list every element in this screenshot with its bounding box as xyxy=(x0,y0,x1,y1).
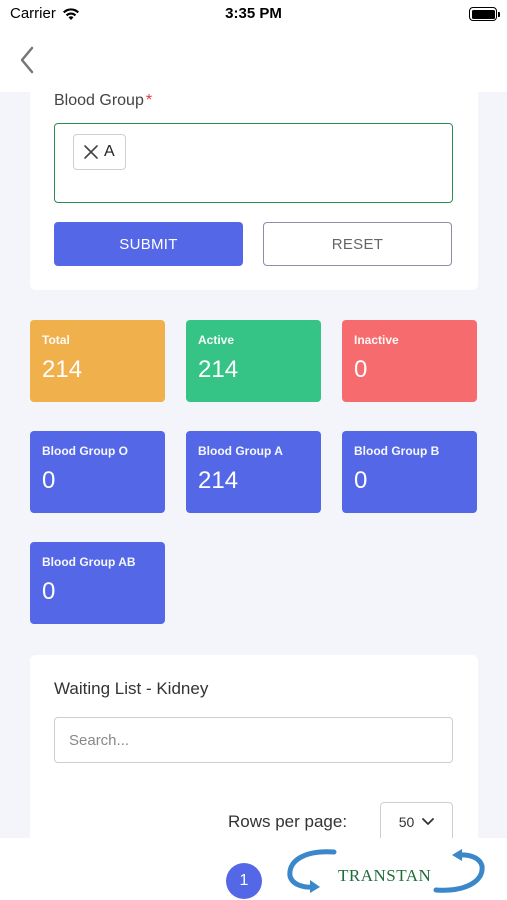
stat-label: Blood Group O xyxy=(42,444,128,458)
stat-card-blood-group-o: Blood Group O 0 xyxy=(30,431,165,513)
stat-value: 214 xyxy=(198,356,239,383)
required-mark: * xyxy=(145,92,153,109)
status-time: 3:35 PM xyxy=(225,5,282,22)
back-button[interactable] xyxy=(16,44,40,76)
stat-label: Blood Group A xyxy=(198,444,283,458)
logo-text: TRANSTAN xyxy=(338,866,432,885)
stat-label: Blood Group AB xyxy=(42,555,136,569)
search-input[interactable] xyxy=(54,717,453,763)
chevron-left-icon xyxy=(20,46,34,74)
blood-group-select[interactable]: A xyxy=(54,123,453,203)
blood-group-label: Blood Group * xyxy=(54,92,153,109)
stat-card-total: Total 214 xyxy=(30,320,165,402)
transtan-logo: TRANSTAN xyxy=(286,846,486,896)
stat-value: 214 xyxy=(42,356,83,383)
rows-per-page-label: Rows per page: xyxy=(228,812,348,831)
stat-value: 0 xyxy=(42,578,56,605)
stat-label: Active xyxy=(198,333,235,347)
stat-card-blood-group-ab: Blood Group AB 0 xyxy=(30,542,165,624)
stat-card-blood-group-a: Blood Group A 214 xyxy=(186,431,321,513)
bottom-bar: 1 TRANSTAN xyxy=(0,838,507,900)
stat-label: Blood Group B xyxy=(354,444,440,458)
stat-value: 0 xyxy=(42,467,56,494)
close-icon[interactable] xyxy=(82,143,100,161)
blood-group-form-card: Blood Group * A SUBMIT RESET xyxy=(30,92,478,290)
waiting-list-title: Waiting List - Kidney xyxy=(54,679,209,698)
rows-per-page-select[interactable]: 50 xyxy=(380,802,453,842)
chevron-down-icon xyxy=(422,818,435,825)
stat-card-inactive: Inactive 0 xyxy=(342,320,477,402)
battery-icon xyxy=(469,7,500,21)
chip-label: A xyxy=(104,143,115,160)
stat-card-active: Active 214 xyxy=(186,320,321,402)
page-button-current[interactable]: 1 xyxy=(226,863,262,899)
status-bar: Carrier 3:35 PM xyxy=(0,0,507,30)
submit-button[interactable]: SUBMIT xyxy=(54,222,243,266)
selected-chip[interactable]: A xyxy=(73,134,126,170)
nav-bar xyxy=(0,30,507,92)
stat-label: Total xyxy=(42,333,70,347)
stat-value: 214 xyxy=(198,467,239,494)
reset-button[interactable]: RESET xyxy=(263,222,452,266)
stat-card-blood-group-b: Blood Group B 0 xyxy=(342,431,477,513)
stat-label: Inactive xyxy=(354,333,399,347)
stat-value: 0 xyxy=(354,356,368,383)
rows-per-page-value: 50 xyxy=(398,814,415,830)
stat-value: 0 xyxy=(354,467,368,494)
waiting-list-card: Waiting List - Kidney Rows per page: 50 xyxy=(30,655,478,855)
